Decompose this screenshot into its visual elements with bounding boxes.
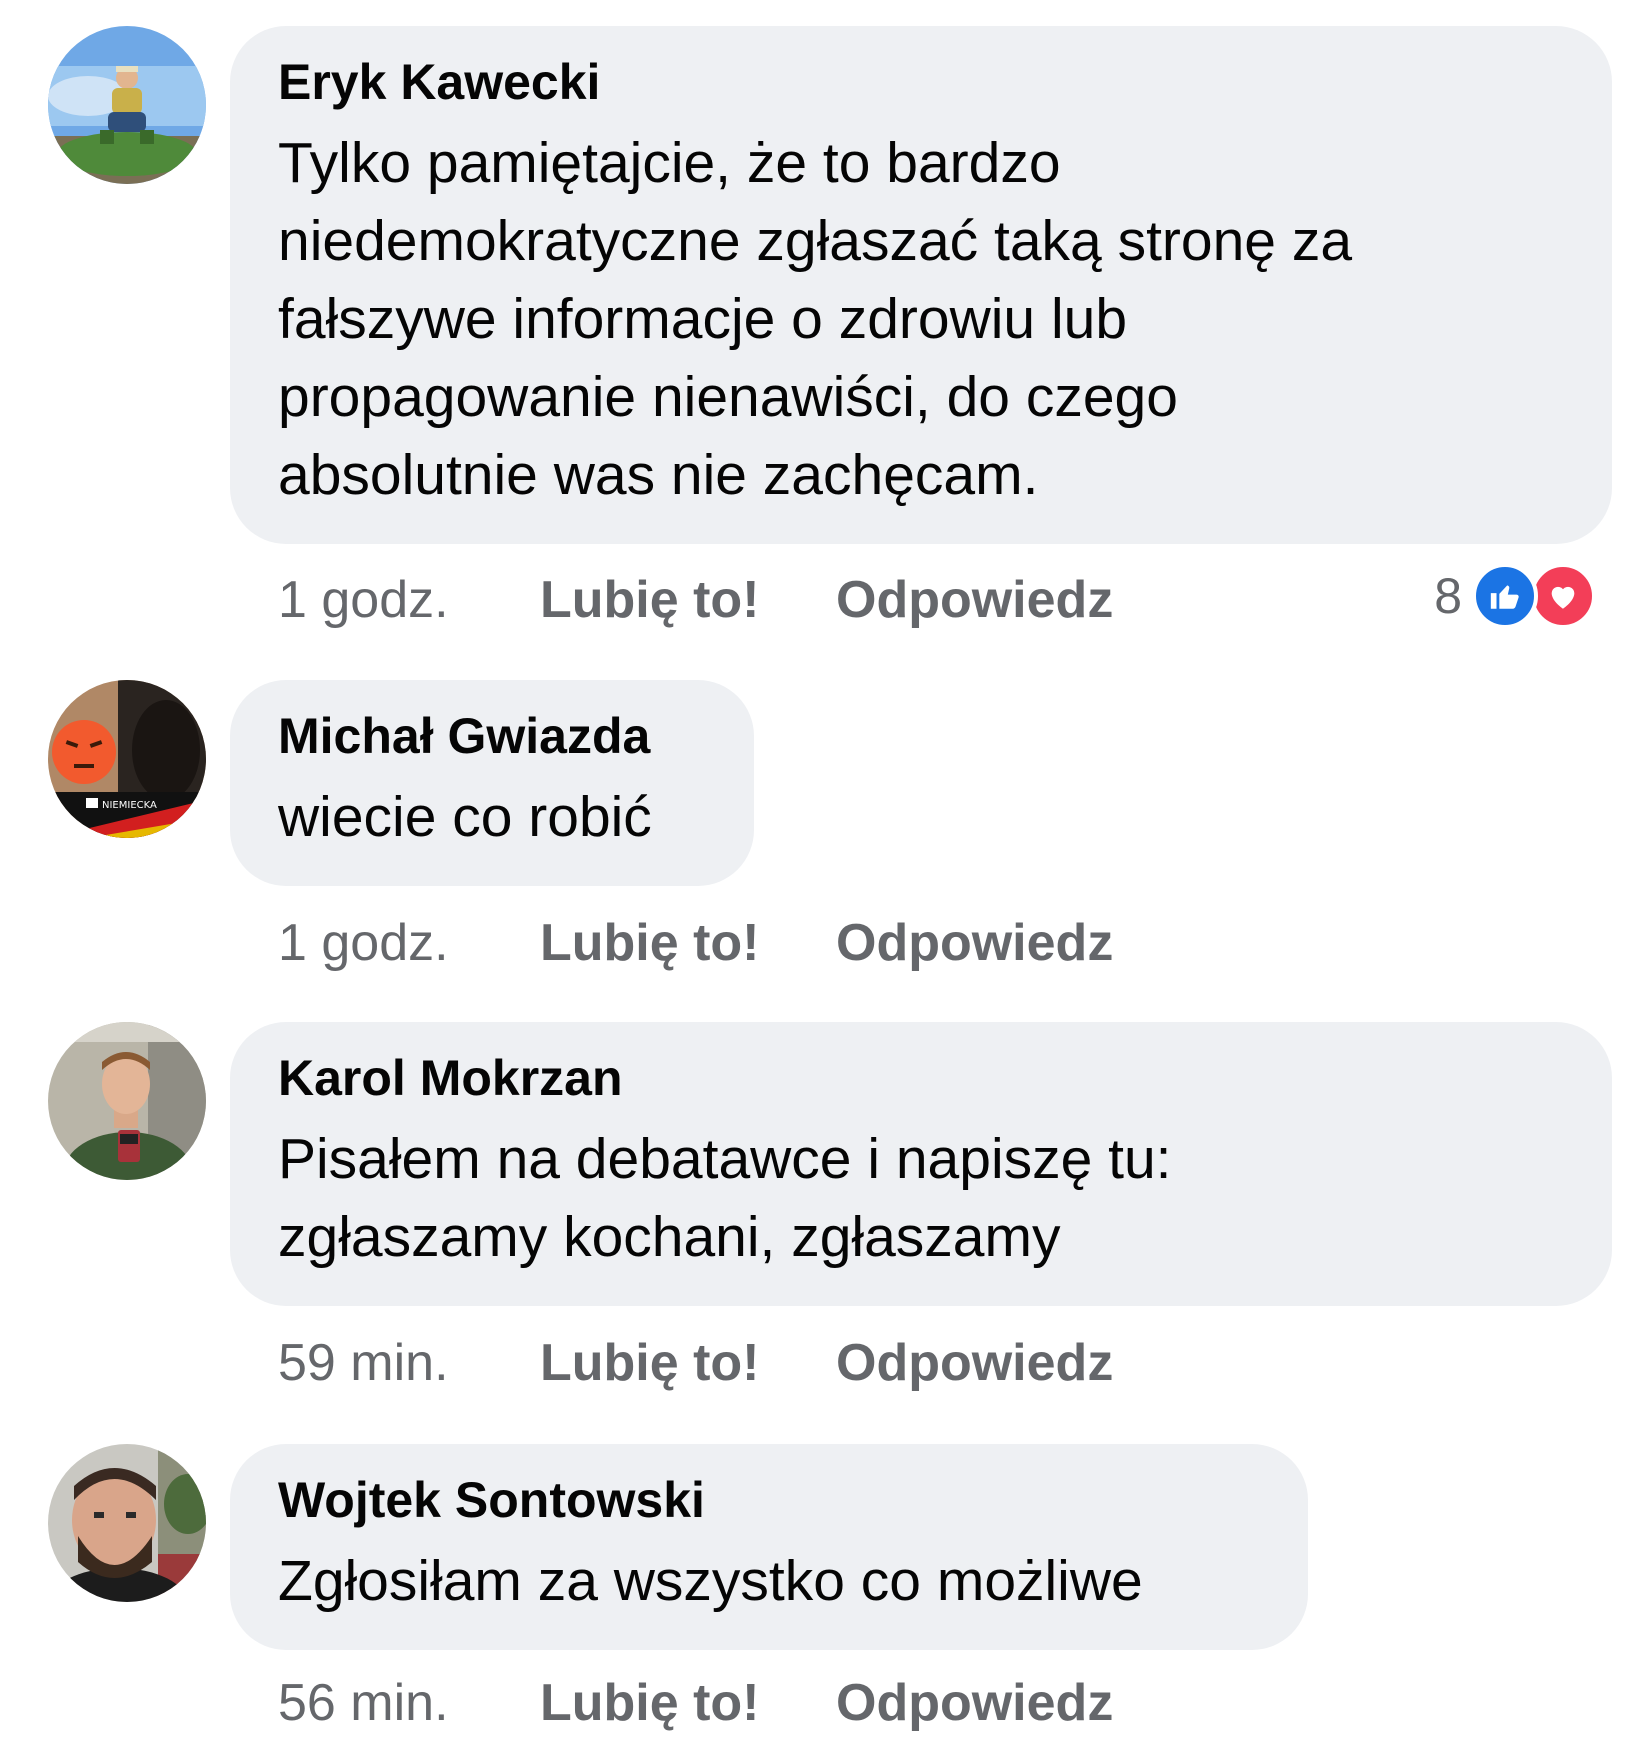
avatar[interactable]: NIEMIECKA	[48, 680, 206, 838]
comment-bubble: Michał Gwiazda wiecie co robić	[230, 680, 754, 886]
comment-author[interactable]: Karol Mokrzan	[278, 1048, 1564, 1108]
reaction-summary[interactable]: 8	[1434, 563, 1596, 629]
comment-actions: 1 godz. Lubię to! Odpowiedz	[278, 567, 1113, 630]
like-button[interactable]: Lubię to!	[540, 1673, 836, 1733]
comment-author[interactable]: Eryk Kawecki	[278, 52, 1564, 112]
reaction-count: 8	[1434, 568, 1462, 624]
avatar-badge-text: NIEMIECKA	[102, 800, 157, 811]
comment-author[interactable]: Wojtek Sontowski	[278, 1470, 1260, 1530]
comment-bubble: Karol Mokrzan Pisałem na debatawce i nap…	[230, 1022, 1612, 1306]
comment-actions: 59 min. Lubię to! Odpowiedz	[278, 1330, 1113, 1393]
reply-button[interactable]: Odpowiedz	[836, 1673, 1113, 1733]
comment-text: Tylko pamiętajcie, że to bardzo niedemok…	[278, 131, 1353, 507]
comment-timestamp[interactable]: 59 min.	[278, 1333, 540, 1393]
love-icon	[1530, 563, 1596, 629]
avatar[interactable]	[48, 26, 206, 184]
reply-button[interactable]: Odpowiedz	[836, 1333, 1113, 1393]
comment-timestamp[interactable]: 1 godz.	[278, 913, 540, 973]
comment-bubble: Wojtek Sontowski Zgłosiłam za wszystko c…	[230, 1444, 1308, 1650]
reply-button[interactable]: Odpowiedz	[836, 913, 1113, 973]
comment-text: Pisałem na debatawce i napiszę tu: zgłas…	[278, 1127, 1172, 1269]
reply-button[interactable]: Odpowiedz	[836, 570, 1113, 630]
like-icon	[1472, 563, 1538, 629]
like-button[interactable]: Lubię to!	[540, 570, 836, 630]
comment-timestamp[interactable]: 56 min.	[278, 1673, 540, 1733]
comment-actions: 56 min. Lubię to! Odpowiedz	[278, 1670, 1113, 1733]
comment-actions: 1 godz. Lubię to! Odpowiedz	[278, 910, 1113, 973]
avatar[interactable]	[48, 1022, 206, 1180]
comment-text: wiecie co robić	[278, 785, 652, 849]
like-button[interactable]: Lubię to!	[540, 913, 836, 973]
avatar[interactable]	[48, 1444, 206, 1602]
comment-bubble: Eryk Kawecki Tylko pamiętajcie, że to ba…	[230, 26, 1612, 544]
comment-text: Zgłosiłam za wszystko co możliwe	[278, 1549, 1143, 1613]
like-button[interactable]: Lubię to!	[540, 1333, 836, 1393]
comment-timestamp[interactable]: 1 godz.	[278, 570, 540, 630]
comment-author[interactable]: Michał Gwiazda	[278, 706, 706, 766]
